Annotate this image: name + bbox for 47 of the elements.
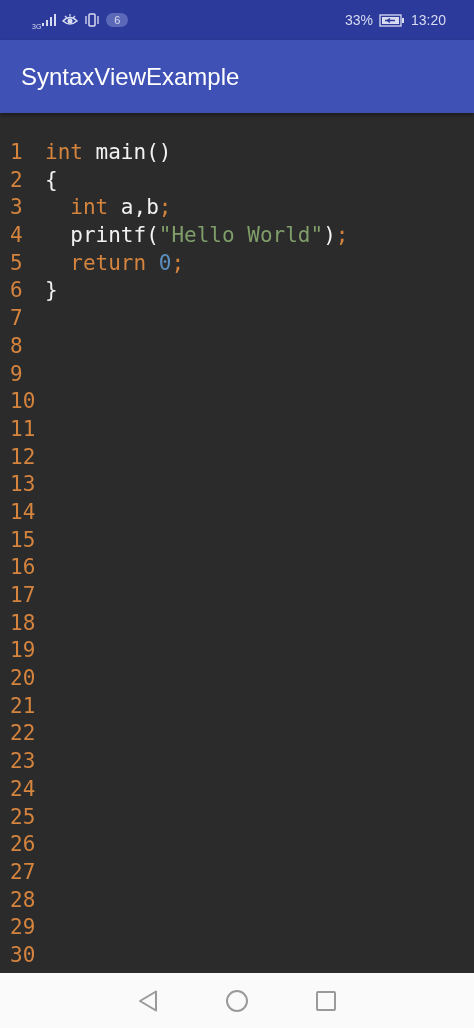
line-number: 14 — [9, 498, 37, 526]
line-number: 2 — [9, 166, 24, 194]
line-number: 26 — [9, 831, 37, 859]
home-icon[interactable] — [226, 989, 248, 1012]
line-number: 20 — [9, 665, 37, 693]
line-number: 4 — [9, 222, 24, 250]
line-number: 21 — [9, 692, 37, 720]
clock: 13:20 — [410, 12, 446, 28]
line-number: 10 — [9, 388, 37, 416]
line-number: 11 — [9, 415, 37, 443]
recents-icon[interactable] — [316, 990, 336, 1011]
line-number: 30 — [9, 941, 37, 969]
line-number: 6 — [9, 277, 24, 305]
line-number: 28 — [9, 886, 37, 914]
line-number: 17 — [9, 582, 37, 609]
line-number: 16 — [9, 554, 37, 582]
line-number: 29 — [9, 914, 37, 942]
back-icon[interactable] — [138, 989, 158, 1012]
code-line: { — [45, 166, 58, 194]
line-number: 9 — [9, 360, 24, 388]
line-number: 7 — [9, 305, 24, 333]
line-number: 23 — [9, 748, 37, 776]
code-line: int main() — [45, 139, 172, 166]
line-number: 24 — [9, 775, 37, 803]
notification-badge: 6 — [106, 13, 129, 27]
line-number: 22 — [9, 720, 37, 748]
line-number: 27 — [9, 858, 37, 886]
line-number: 15 — [9, 526, 37, 554]
line-number: 18 — [9, 609, 37, 637]
signal-icon — [42, 14, 57, 26]
code-line: printf("Hello World"); — [69, 222, 349, 250]
line-number: 19 — [9, 637, 37, 665]
vibrate-icon — [84, 13, 101, 27]
app-title: SyntaxViewExample — [21, 62, 240, 91]
line-number: 8 — [9, 332, 24, 360]
code-line: } — [45, 277, 58, 305]
battery-percent: 33% — [344, 12, 373, 28]
code-line: return 0; — [69, 249, 185, 277]
line-number: 13 — [9, 471, 37, 499]
line-number: 1 — [9, 139, 24, 166]
battery-charging-icon — [378, 13, 405, 27]
line-number: 5 — [9, 249, 24, 277]
code-line: int a,b; — [69, 194, 172, 222]
line-number: 25 — [9, 803, 37, 831]
line-number: 3 — [9, 194, 24, 222]
eye-icon — [62, 13, 79, 27]
line-number: 12 — [9, 443, 37, 471]
